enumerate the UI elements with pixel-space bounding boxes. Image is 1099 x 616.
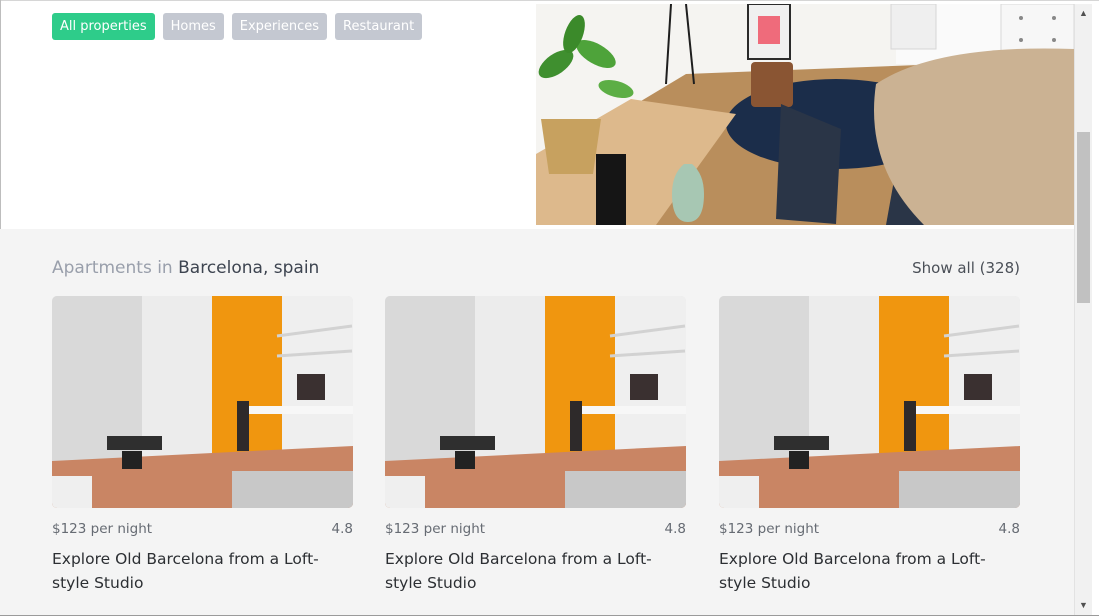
listing-meta: $123 per night 4.8	[719, 521, 1020, 537]
section-title-prefix: Apartments in	[52, 258, 173, 278]
listing-price: $123 per night	[52, 521, 153, 537]
filter-bar: All properties Homes Experiences Restaur…	[52, 13, 423, 40]
filter-homes[interactable]: Homes	[162, 13, 224, 40]
listing-title[interactable]: Explore Old Barcelona from a Loft-style …	[52, 547, 352, 595]
scrollbar-thumb[interactable]	[1077, 132, 1090, 303]
filter-all-properties[interactable]: All properties	[52, 13, 155, 40]
listing-meta: $123 per night 4.8	[52, 521, 353, 537]
arrow-down-icon[interactable]: ▼	[1075, 598, 1092, 613]
vertical-scrollbar[interactable]: ▲ ▼	[1074, 4, 1092, 615]
listing-meta: $123 per night 4.8	[385, 521, 686, 537]
filter-restaurant[interactable]: Restaurant	[335, 13, 423, 40]
listing-rating: 4.8	[664, 521, 686, 537]
listing-card[interactable]: $123 per night 4.8 Explore Old Barcelona…	[719, 296, 1020, 595]
listing-card[interactable]: $123 per night 4.8 Explore Old Barcelona…	[385, 296, 686, 595]
listing-title[interactable]: Explore Old Barcelona from a Loft-style …	[719, 547, 1019, 595]
listing-price: $123 per night	[385, 521, 486, 537]
listing-price: $123 per night	[719, 521, 820, 537]
listing-image[interactable]	[52, 296, 353, 508]
hero-image	[536, 4, 1074, 225]
listing-rating: 4.8	[331, 521, 353, 537]
listing-image[interactable]	[385, 296, 686, 508]
listing-card[interactable]: $123 per night 4.8 Explore Old Barcelona…	[52, 296, 353, 595]
section-title: Apartments in Barcelona, spain	[52, 258, 319, 278]
listing-title[interactable]: Explore Old Barcelona from a Loft-style …	[385, 547, 685, 595]
listing-rating: 4.8	[998, 521, 1020, 537]
filter-experiences[interactable]: Experiences	[231, 13, 328, 40]
show-all-link[interactable]: Show all (328)	[912, 259, 1020, 277]
section-title-city: Barcelona, spain	[178, 258, 320, 278]
arrow-up-icon[interactable]: ▲	[1075, 6, 1092, 21]
listing-image[interactable]	[719, 296, 1020, 508]
